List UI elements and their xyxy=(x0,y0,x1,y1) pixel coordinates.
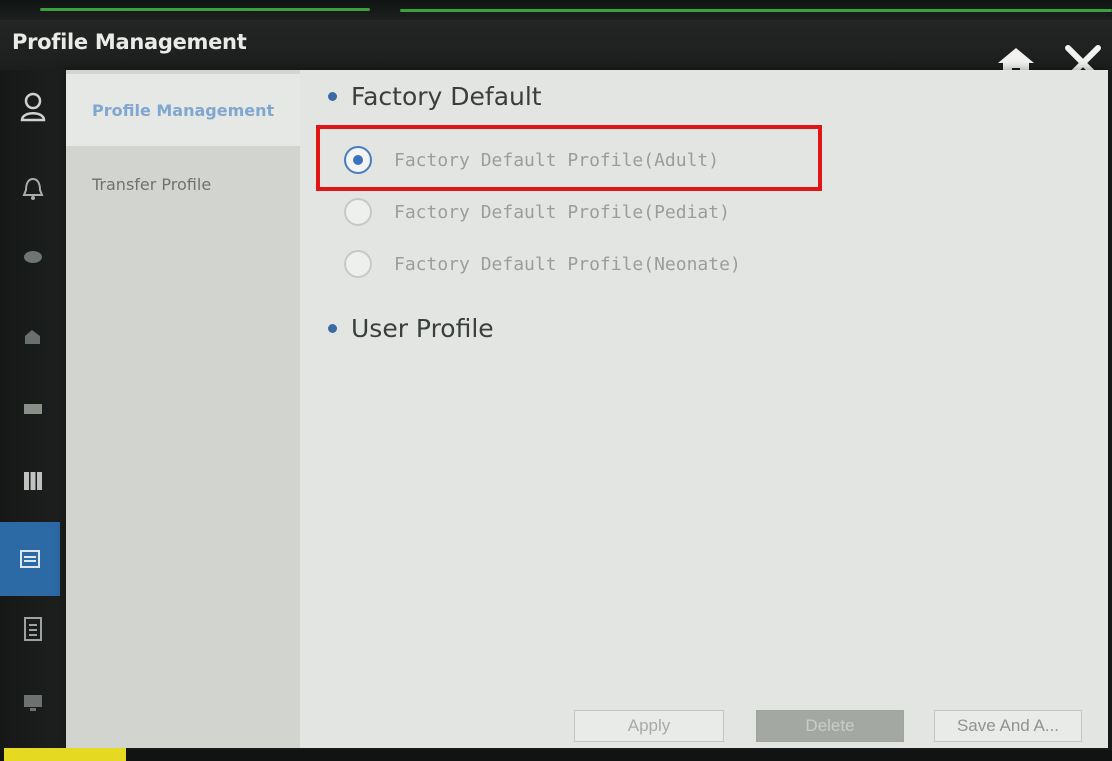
waveform-line xyxy=(400,9,1112,12)
save-and-apply-button[interactable]: Save And A... xyxy=(934,710,1082,742)
radio-button[interactable] xyxy=(344,250,372,278)
profile-management-panel: Profile Management Transfer Profile Fact… xyxy=(66,70,1108,748)
bullet-icon xyxy=(328,324,337,333)
subnav-item-label: Transfer Profile xyxy=(92,174,212,194)
profile-content: Factory Default Factory Default Profile(… xyxy=(300,70,1108,748)
radio-button-checked[interactable] xyxy=(344,146,372,174)
sidebar-layout[interactable] xyxy=(0,452,66,510)
parameters-icon xyxy=(24,251,42,263)
window-title: Profile Management xyxy=(12,30,247,54)
display-icon xyxy=(24,404,42,414)
sidebar-monitor[interactable] xyxy=(0,674,66,732)
radio-label: Factory Default Profile(Adult) xyxy=(394,149,720,171)
patient-icon xyxy=(20,92,46,122)
sidebar-profile[interactable] xyxy=(0,522,60,596)
radio-label: Factory Default Profile(Neonate) xyxy=(394,253,741,275)
radio-label: Factory Default Profile(Pediat) xyxy=(394,201,730,223)
factory-default-heading: Factory Default xyxy=(328,82,542,111)
sidebar-alarm[interactable] xyxy=(0,160,66,218)
sidebar-patient[interactable] xyxy=(0,78,66,136)
section-title: User Profile xyxy=(351,314,494,343)
radio-option-pediat[interactable]: Factory Default Profile(Pediat) xyxy=(344,190,730,234)
sidebar-parameters[interactable] xyxy=(0,228,66,286)
main-sidebar xyxy=(0,70,66,750)
report-icon xyxy=(24,617,42,641)
sidebar-device[interactable] xyxy=(0,308,66,366)
apply-button[interactable]: Apply xyxy=(574,710,724,742)
user-profile-heading: User Profile xyxy=(328,314,494,343)
top-status-strip xyxy=(0,0,1112,20)
delete-button[interactable]: Delete xyxy=(756,710,904,742)
sidebar-display[interactable] xyxy=(0,380,66,438)
sidebar-report[interactable] xyxy=(0,600,66,658)
profile-icon xyxy=(20,550,40,568)
radio-option-adult[interactable]: Factory Default Profile(Adult) xyxy=(344,138,719,182)
waveform-line xyxy=(40,8,370,11)
alarm-indicator-tab xyxy=(4,748,126,761)
subnav-item-label: Profile Management xyxy=(92,100,275,120)
subnav-item-profile-management[interactable]: Profile Management xyxy=(66,74,300,146)
subnav-item-transfer-profile[interactable]: Transfer Profile xyxy=(66,148,300,220)
bottom-bar xyxy=(0,750,1112,761)
bullet-icon xyxy=(328,92,337,101)
radio-option-neonate[interactable]: Factory Default Profile(Neonate) xyxy=(344,242,741,286)
sub-navigation: Profile Management Transfer Profile xyxy=(66,70,300,748)
layout-icon xyxy=(24,472,42,490)
device-icon xyxy=(25,330,40,344)
monitor-icon xyxy=(24,695,42,711)
alarm-bell-icon xyxy=(22,177,44,200)
title-bar: Profile Management xyxy=(0,20,1112,81)
section-title: Factory Default xyxy=(351,82,542,111)
radio-button[interactable] xyxy=(344,198,372,226)
